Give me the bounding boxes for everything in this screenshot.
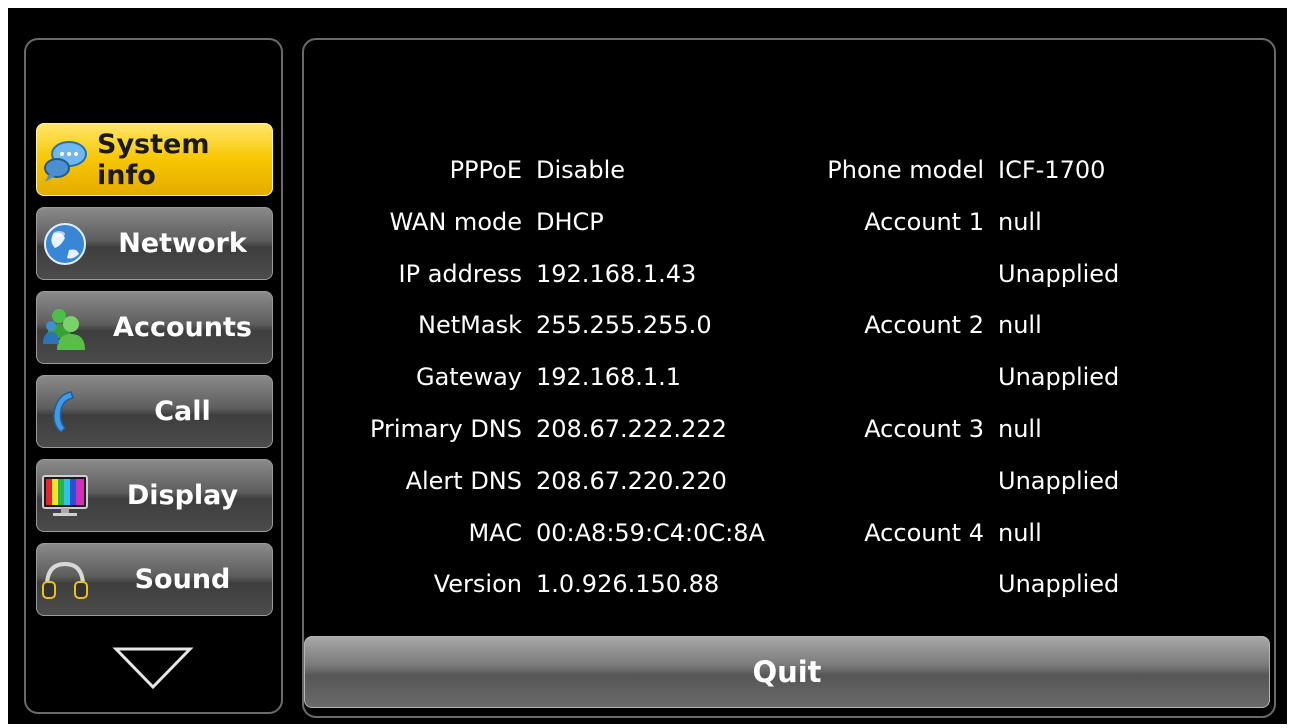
info-row: Unapplied: [304, 461, 1278, 501]
info-row: Unapplied: [304, 357, 1278, 397]
sidebar-menu: System info Network Accounts Call Displa…: [24, 38, 283, 714]
system-info-panel: PPPoE Disable WAN mode DHCP IP address 192.16…: [302, 38, 1276, 718]
info-label: Account 2: [864, 311, 984, 340]
users-icon: [43, 308, 85, 350]
info-label: Phone model: [827, 156, 984, 184]
info-value: Unapplied: [998, 570, 1120, 599]
info-value: ICF-1700: [998, 156, 1106, 184]
phone-handset-icon: [53, 390, 74, 433]
info-value: Unapplied: [998, 466, 1120, 495]
info-row: Unapplied: [304, 254, 1278, 294]
info-row: Unapplied: [304, 564, 1278, 604]
info-value: null: [998, 518, 1042, 547]
info-label: Account 1: [864, 207, 984, 236]
info-value: null: [998, 311, 1042, 340]
info-row: Phone model ICF-1700: [304, 150, 1278, 190]
headphones-icon: [42, 561, 88, 599]
info-value: null: [998, 415, 1042, 443]
quit-button-label: Quit: [752, 655, 822, 689]
sidebar-item-call[interactable]: Call: [36, 375, 273, 448]
sidebar-item-label: Display: [126, 480, 239, 511]
info-row: Account 1 null: [304, 202, 1278, 242]
info-value: Unapplied: [998, 259, 1120, 288]
sidebar-item-system-info[interactable]: System info: [36, 123, 273, 196]
sidebar-item-label: Call: [154, 396, 211, 427]
sidebar-item-label: Accounts: [113, 312, 252, 343]
sidebar-item-network[interactable]: Network: [36, 207, 273, 280]
info-row: Account 2 null: [304, 305, 1278, 345]
screen: System info Network Accounts Call Displa…: [8, 8, 1287, 724]
quit-button[interactable]: Quit: [304, 636, 1270, 708]
info-row: Account 3 null: [304, 409, 1278, 449]
info-value: null: [998, 207, 1042, 236]
sidebar-item-label: Network: [118, 228, 247, 259]
info-value: Unapplied: [998, 363, 1120, 392]
triangle-down-icon[interactable]: [112, 645, 194, 691]
sidebar-item-label: System info: [97, 128, 210, 191]
monitor-icon: [42, 474, 88, 516]
info-label: Account 3: [864, 415, 984, 443]
chat-bubble-icon: [44, 140, 87, 182]
sidebar-item-label: Sound: [134, 564, 231, 595]
info-row: Account 4 null: [304, 513, 1278, 553]
globe-icon: [44, 222, 86, 265]
sidebar-item-accounts[interactable]: Accounts: [36, 291, 273, 364]
info-label: Account 4: [864, 518, 984, 547]
sidebar-item-sound[interactable]: Sound: [36, 543, 273, 616]
sidebar-item-display[interactable]: Display: [36, 459, 273, 532]
